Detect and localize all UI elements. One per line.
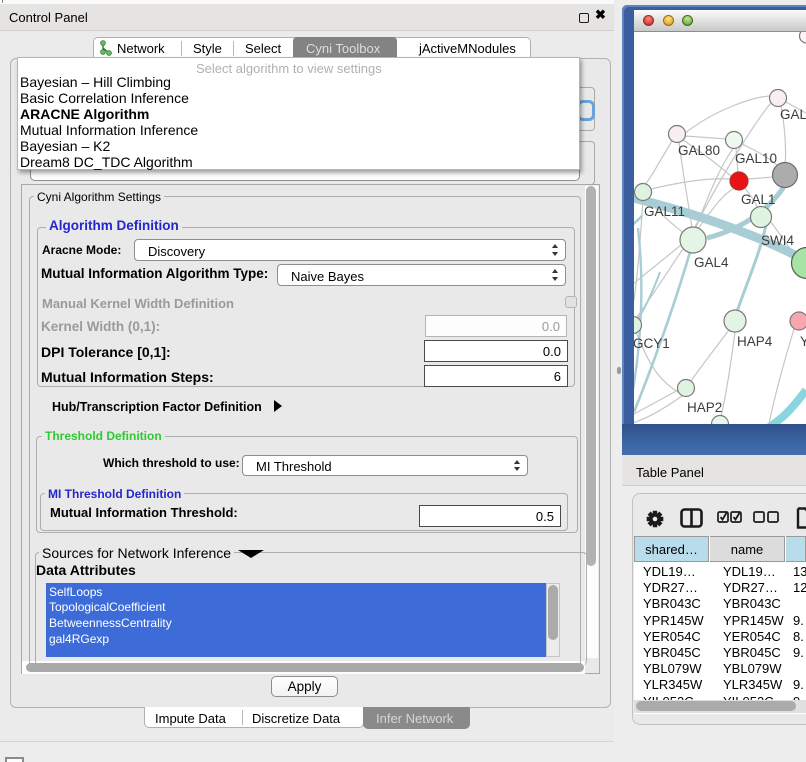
svg-text:GAL4: GAL4 — [694, 255, 729, 270]
svg-text:SWI4: SWI4 — [761, 233, 794, 248]
svg-text:GCY1: GCY1 — [634, 336, 670, 351]
svg-text:HAP4: HAP4 — [737, 334, 773, 349]
svg-text:GAL80: GAL80 — [678, 143, 720, 158]
svg-text:Y: Y — [800, 334, 806, 349]
svg-text:GAL1: GAL1 — [741, 192, 776, 207]
svg-text:HAP2: HAP2 — [687, 400, 722, 415]
svg-text:GAL11: GAL11 — [644, 204, 685, 219]
svg-text:GAL: GAL — [780, 107, 806, 122]
svg-text:GAL10: GAL10 — [735, 151, 777, 166]
